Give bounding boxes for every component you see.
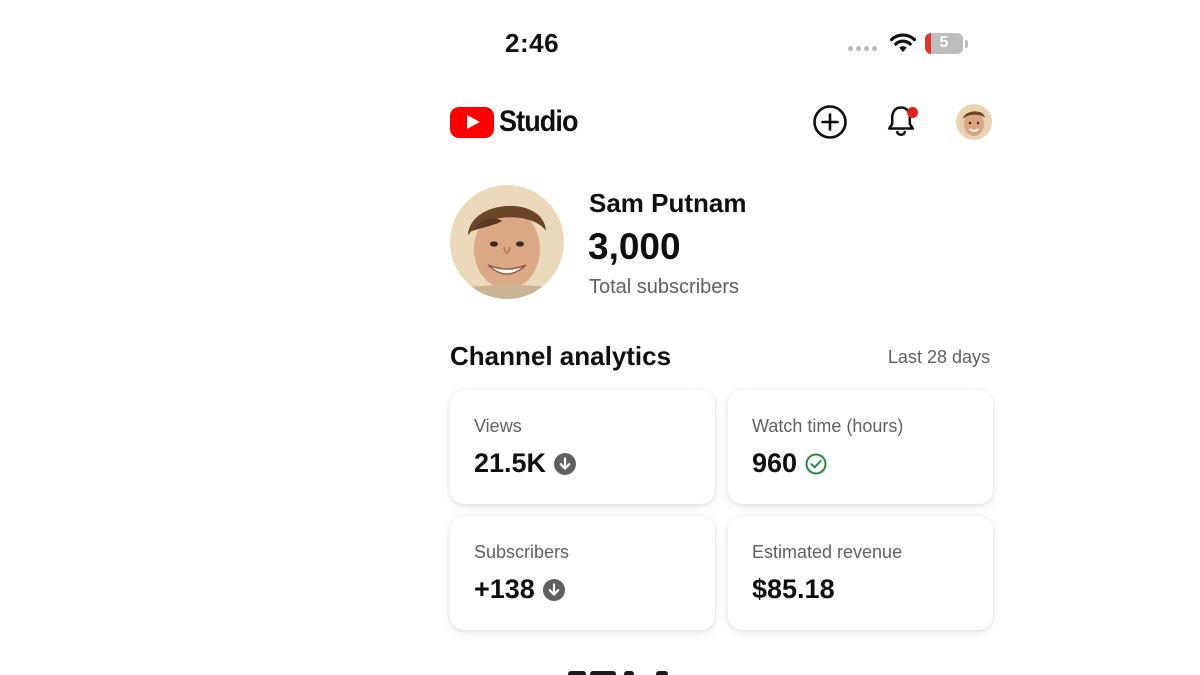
watch-time-card[interactable]: Watch time (hours) 960	[728, 390, 993, 504]
create-icon[interactable]	[811, 103, 849, 141]
account-avatar[interactable]	[956, 104, 992, 140]
card-value: 960	[752, 448, 798, 478]
card-value: +138	[474, 574, 535, 604]
next-section-heading-cutoff	[560, 662, 680, 675]
arrow-down-circle-icon	[554, 452, 577, 475]
card-label: Watch time (hours)	[752, 416, 904, 436]
card-label: Subscribers	[474, 542, 570, 562]
check-circle-icon	[805, 453, 827, 474]
status-time: 2:46	[505, 28, 560, 58]
channel-name: Sam Putnam	[589, 188, 747, 218]
revenue-card[interactable]: Estimated revenue $85.18	[728, 516, 993, 630]
subscriber-count: 3,000	[588, 226, 681, 267]
studio-logo[interactable]: Studio	[450, 104, 586, 140]
battery-icon: 5	[925, 33, 963, 54]
wifi-icon	[890, 33, 916, 52]
analytics-period: Last 28 days	[887, 347, 990, 367]
card-value: 21.5K	[474, 448, 547, 478]
studio-dashboard: 2:46 5 Studio Sam Putnam 3,000 Total sub…	[0, 0, 1200, 675]
subscriber-label: Total subscribers	[589, 276, 740, 298]
arrow-down-circle-icon	[542, 578, 565, 601]
card-value: $85.18	[752, 574, 835, 604]
channel-avatar	[450, 185, 564, 299]
views-card[interactable]: Views 21.5K	[450, 390, 715, 504]
battery-level: 5	[939, 34, 949, 51]
subscribers-card[interactable]: Subscribers +138	[450, 516, 715, 630]
card-label: Estimated revenue	[752, 542, 903, 562]
logo-text: Studio	[499, 105, 578, 138]
card-label: Views	[474, 416, 522, 436]
youtube-play-icon	[450, 106, 494, 138]
battery-cap	[965, 40, 968, 48]
notification-badge	[907, 107, 918, 118]
analytics-title: Channel analytics	[450, 341, 672, 371]
cellular-signal-icon	[848, 46, 877, 51]
